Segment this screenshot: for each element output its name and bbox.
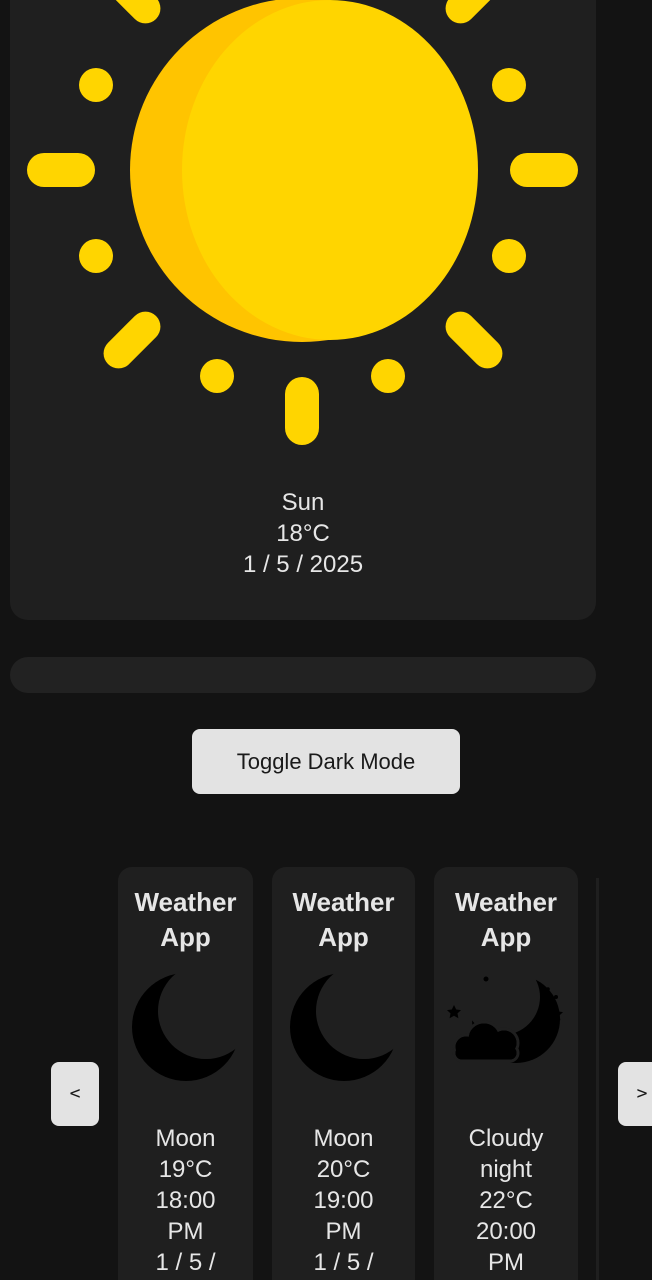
forecast-period: PM: [488, 1249, 524, 1276]
current-temperature: 18°C: [276, 520, 330, 547]
forecast-temperature: 20°C: [316, 1156, 371, 1183]
current-date: 1 / 5 / 2025: [242, 551, 364, 578]
forecast-title-line: App: [318, 922, 369, 952]
carousel-prev-button[interactable]: <: [51, 1062, 99, 1126]
forecast-card-info: Moon 20°C 19:00 PM 1 / 5 /: [272, 1123, 415, 1278]
forecast-condition: Moon: [313, 1125, 374, 1152]
progress-bar: [10, 657, 596, 693]
forecast-card-title: Weather App: [272, 885, 415, 955]
forecast-title-line: App: [160, 922, 211, 952]
forecast-temperature: 19°C: [158, 1156, 213, 1183]
forecast-card-info: Moon 19°C 18:00 PM 1 / 5 /: [118, 1123, 253, 1278]
forecast-condition: Moon: [155, 1125, 216, 1152]
forecast-time: 19:00: [313, 1187, 374, 1214]
forecast-title-line: Weather: [134, 887, 237, 917]
forecast-time: 20:00: [475, 1218, 537, 1245]
weather-app-page: Sun 18°C 1 / 5 / 2025 Toggle Dark Mode <…: [0, 0, 652, 1280]
forecast-temperature: 22°C: [479, 1187, 533, 1214]
forecast-card-title: Weather App: [434, 885, 578, 955]
moon-icon: [272, 969, 415, 1089]
cloudy-night-icon: [434, 969, 578, 1089]
forecast-time: 18:00: [155, 1187, 216, 1214]
forecast-card[interactable]: Weather App Moon 19°C 18:00 PM 1 / 5 /: [118, 867, 253, 1280]
forecast-title-line: Weather: [292, 887, 395, 917]
forecast-title-line: Weather: [454, 887, 558, 917]
forecast-date: 1 / 5 /: [155, 1249, 216, 1276]
forecast-title-line: App: [480, 922, 532, 952]
forecast-condition: Cloudy: [468, 1125, 544, 1152]
forecast-card-title: Weather App: [118, 885, 253, 955]
forecast-condition-cont: night: [479, 1156, 533, 1183]
forecast-card[interactable]: Weather App Moon 20°C 19:00 PM 1 / 5 /: [272, 867, 415, 1280]
forecast-period: PM: [325, 1218, 362, 1245]
forecast-period: PM: [167, 1218, 204, 1245]
forecast-card-peek: [596, 878, 599, 1280]
forecast-date: 1 / 5 /: [313, 1249, 374, 1276]
moon-icon: [118, 969, 253, 1089]
sun-icon: [27, 0, 578, 445]
carousel-next-button[interactable]: >: [618, 1062, 652, 1126]
current-condition: Sun: [281, 489, 325, 516]
current-weather-info: Sun 18°C 1 / 5 / 2025: [10, 487, 596, 580]
toggle-dark-mode-button[interactable]: Toggle Dark Mode: [192, 729, 460, 794]
current-weather-card: Sun 18°C 1 / 5 / 2025: [10, 0, 596, 620]
forecast-card[interactable]: Weather App Cloudy night 22°C 20:00 PM: [434, 867, 578, 1280]
forecast-card-info: Cloudy night 22°C 20:00 PM: [434, 1123, 578, 1278]
